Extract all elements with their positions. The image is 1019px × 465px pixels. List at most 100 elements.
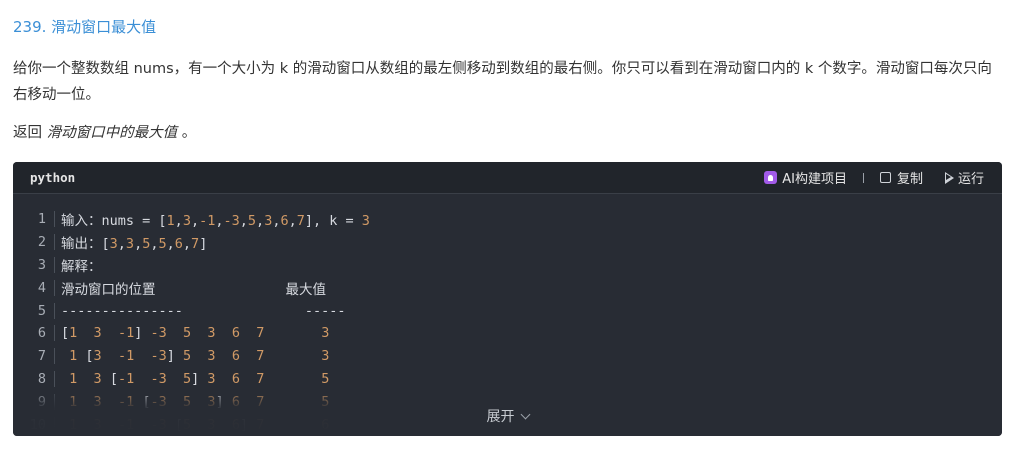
code-number: 1 [166, 213, 175, 230]
code-number: -3 [150, 370, 167, 387]
code-number: -3 [223, 213, 240, 230]
code-number: 6 [280, 213, 289, 230]
code-token: , [134, 236, 143, 253]
return-suffix: 。 [177, 125, 197, 141]
code-token: [ [101, 370, 118, 387]
code-number: 7 [191, 236, 200, 253]
code-number: 3 [125, 236, 135, 253]
code-number: 3 [207, 348, 216, 365]
code-text: 输入：nums = [1,3,-1,-3,5,3,6,7], k = 3 [55, 209, 370, 229]
code-token: 解释： [61, 258, 102, 275]
code-number: 6 [231, 370, 240, 387]
ai-build-label: AI构建项目 [782, 172, 847, 187]
code-number: 3 [321, 325, 330, 342]
copy-button[interactable]: 复制 [879, 168, 923, 187]
ai-build-button[interactable]: AI构建项目 [764, 168, 847, 187]
code-token: , [117, 236, 126, 253]
code-number: 3 [93, 370, 102, 387]
code-number: 6 [231, 325, 240, 342]
code-toolbar: AI构建项目 复制 运行 [764, 162, 984, 193]
return-emphasis: 滑动窗口中的最大值 [46, 125, 178, 141]
code-number: 5 [247, 213, 257, 230]
code-number: 3 [93, 348, 102, 365]
code-number: 3 [207, 370, 216, 387]
code-line: 1 输入：nums = [1,3,-1,-3,5,3,6,7], k = 3 [13, 208, 1002, 231]
code-token: ] [191, 370, 208, 387]
run-button[interactable]: 运行 [944, 168, 984, 187]
code-language: python [30, 170, 76, 185]
code-number: 3 [361, 213, 370, 230]
code-number: 3 [93, 325, 102, 342]
code-line: 8 1 3 [-1 -3 5] 3 6 7 5 [13, 368, 1002, 391]
code-number: 5 [158, 236, 167, 253]
copy-icon [879, 172, 891, 183]
code-number: 3 [109, 236, 118, 253]
code-token: ], k = [304, 213, 362, 230]
code-line: 6 [1 3 -1] -3 5 3 6 7 3 [13, 322, 1002, 345]
code-text: [1 3 -1] -3 5 3 6 7 3 [55, 325, 329, 341]
code-line: 7 1 [3 -1 -3] 5 3 6 7 3 [13, 345, 1002, 368]
code-line: 2 输出：[3,3,5,5,6,7] [13, 231, 1002, 254]
code-text: 解释： [55, 255, 102, 275]
code-token: , [190, 213, 200, 230]
code-line: 4 滑动窗口的位置 最大值 [13, 276, 1002, 299]
run-label: 运行 [957, 172, 984, 187]
code-number: 5 [183, 348, 192, 365]
code-number: 5 [183, 325, 192, 342]
code-token: , [174, 213, 183, 230]
code-token: , [239, 213, 248, 230]
chevron-down-icon [520, 409, 530, 420]
code-header: python AI构建项目 复制 运行 [13, 162, 1002, 194]
code-token: , [288, 213, 297, 230]
problem-title[interactable]: 239. 滑动窗口最大值 [13, 16, 156, 37]
line-number: 8 [13, 370, 55, 387]
code-number: 6 [231, 348, 240, 365]
return-statement: 返回 滑动窗口中的最大值 。 [13, 120, 196, 146]
code-token: ] [166, 348, 184, 365]
code-token: 滑动窗口的位置 最大值 [61, 281, 327, 298]
code-text: 输出：[3,3,5,5,6,7] [55, 232, 207, 252]
line-number: 2 [13, 234, 55, 251]
code-number: -1 [117, 348, 135, 365]
toolbar-divider [862, 172, 864, 183]
code-text: 滑动窗口的位置 最大值 [55, 278, 326, 298]
expand-button[interactable]: 展开 [13, 406, 1002, 426]
problem-description: 给你一个整数数组 nums，有一个大小为 k 的滑动窗口从数组的最左侧移动到数组… [13, 61, 992, 103]
expand-label: 展开 [486, 409, 515, 425]
code-text: 1 3 [-1 -3 5] 3 6 7 5 [55, 371, 329, 387]
code-token: , [215, 213, 224, 230]
code-number: 5 [321, 370, 330, 387]
line-number: 6 [13, 325, 55, 342]
line-number: 3 [13, 256, 55, 273]
code-number: -3 [150, 348, 167, 365]
code-number: 3 [182, 213, 191, 230]
code-block: python AI构建项目 复制 运行 1 输入：nums = [1,3,-1,-… [13, 162, 1002, 436]
code-number: -1 [117, 370, 135, 387]
code-token: [ [61, 325, 70, 342]
return-prefix: 返回 [13, 125, 47, 141]
line-number: 7 [13, 348, 55, 365]
code-token: --------------- ----- [61, 302, 346, 319]
code-number: 5 [183, 370, 192, 387]
code-token: 输出：[ [61, 236, 110, 253]
code-token: , [256, 213, 265, 230]
code-line: 3 解释： [13, 254, 1002, 277]
